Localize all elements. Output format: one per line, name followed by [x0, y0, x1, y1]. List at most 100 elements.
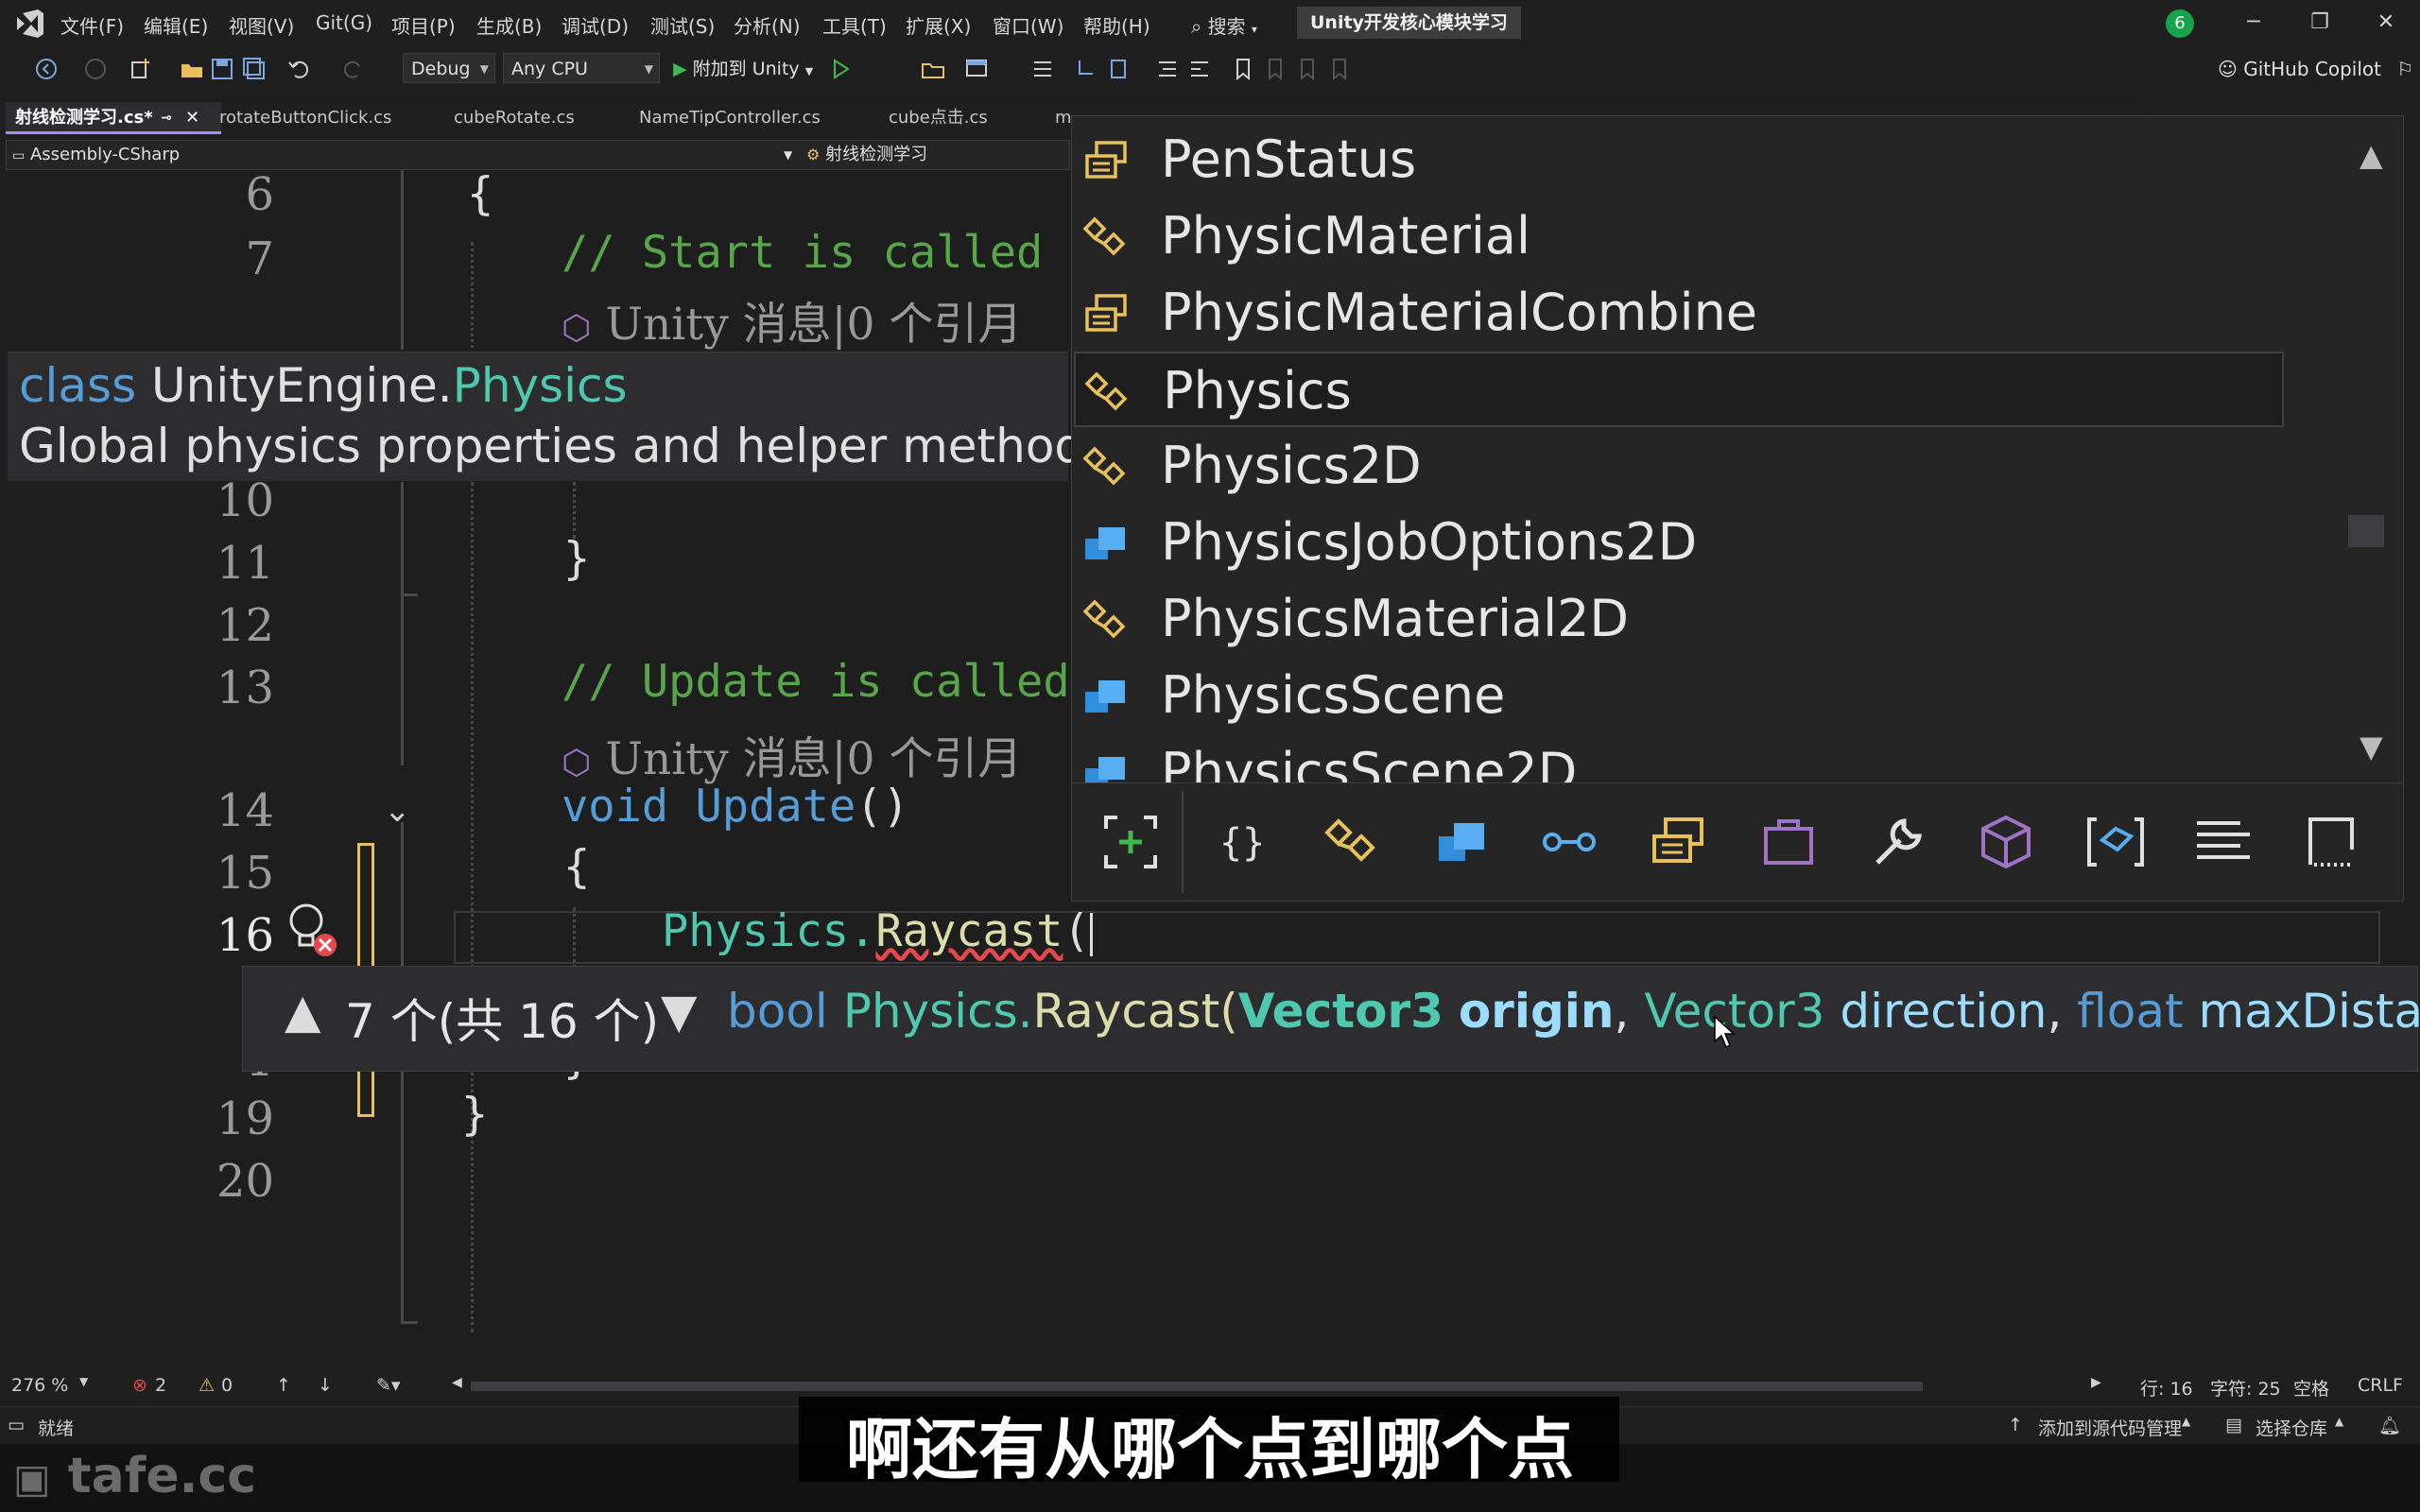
warning-icon[interactable]: ⚠	[199, 1375, 215, 1396]
menu-item[interactable]: 测试(S)	[650, 11, 715, 39]
completion-item[interactable]: Physics2D	[1074, 428, 2284, 504]
tab-label: 射线检测学习.cs*	[15, 108, 153, 128]
menu-item[interactable]: 编辑(E)	[144, 11, 208, 39]
folder-view-icon[interactable]	[921, 57, 945, 81]
snippet-filter-icon[interactable]	[2085, 812, 2146, 872]
error-icon[interactable]: ⊗	[132, 1375, 147, 1396]
configuration-select[interactable]: Debug ▼	[403, 53, 495, 83]
class-dropdown[interactable]: ⚙ 射线检测学习	[806, 141, 927, 169]
restore-button[interactable]: ❐	[2291, 6, 2348, 40]
comment-lines-icon[interactable]	[1155, 57, 1180, 81]
scroll-right-icon[interactable]: ▶	[2091, 1375, 2101, 1390]
close-tab-icon[interactable]: ✕	[185, 102, 199, 134]
scroll-down-icon[interactable]: ▼	[2360, 729, 2383, 765]
intellisense-completion-list[interactable]: PenStatus PhysicMaterial PhysicMaterialCom…	[1071, 115, 2404, 902]
menu-item[interactable]: 扩展(X)	[906, 11, 971, 39]
completion-item-selected[interactable]: Physics	[1074, 352, 2284, 427]
open-folder-icon[interactable]	[180, 57, 204, 81]
overload-next-icon[interactable]: ▼	[661, 984, 697, 1039]
lightbulb-error-icon[interactable]	[285, 902, 338, 960]
line-number-current: 16	[216, 909, 274, 962]
menu-item[interactable]: 生成(B)	[476, 11, 542, 39]
codelens[interactable]: ⬡ Unity 消息|0 个引月	[562, 722, 1022, 787]
project-dropdown[interactable]: ▭ Assembly-CSharp	[12, 141, 180, 170]
completion-item[interactable]: PenStatus	[1074, 122, 2284, 198]
search-box[interactable]: ⌕ 搜索 ▾	[1191, 11, 1257, 39]
start-without-debugging-icon[interactable]	[828, 57, 853, 81]
delegate-filter-icon[interactable]	[1758, 812, 1819, 872]
feedback-icon[interactable]: ⚐	[2396, 58, 2413, 80]
chevron-down-icon[interactable]: ▼	[79, 1375, 88, 1388]
code-map-icon[interactable]	[1030, 57, 1055, 81]
completion-item[interactable]: PhysicMaterial	[1074, 198, 2284, 274]
menu-item[interactable]: 工具(T)	[822, 11, 887, 39]
menu-item[interactable]: 项目(P)	[391, 11, 456, 39]
clear-bookmarks-icon[interactable]	[1327, 57, 1352, 81]
prev-bookmark-icon[interactable]	[1263, 57, 1288, 81]
menu-item[interactable]: 窗口(W)	[993, 11, 1063, 39]
forward-icon[interactable]	[83, 57, 108, 81]
keyword-filter-icon[interactable]	[2193, 812, 2254, 872]
back-icon[interactable]	[34, 57, 59, 81]
menu-item[interactable]: 调试(D)	[562, 11, 629, 39]
save-icon[interactable]	[210, 57, 234, 81]
line-ending[interactable]: CRLF	[2358, 1375, 2403, 1396]
tab-cube-rotate[interactable]: cubeRotate.cs	[444, 102, 584, 134]
unity-message-filter-icon[interactable]	[1976, 812, 2036, 872]
interface-filter-icon[interactable]	[1539, 812, 1599, 872]
menu-item[interactable]: 文件(F)	[60, 11, 124, 39]
target-type-filter-icon[interactable]	[2301, 812, 2361, 872]
next-issue-icon[interactable]: ↓	[318, 1375, 333, 1396]
tab-name-tip-controller[interactable]: NameTipController.cs	[630, 102, 830, 134]
step-over-icon[interactable]	[1106, 57, 1131, 81]
platform-select[interactable]: Any CPU ▼	[503, 53, 660, 83]
tab-cube-click[interactable]: cube点击.cs	[879, 102, 997, 134]
completion-item[interactable]: PhysicsMaterial2D	[1074, 581, 2284, 657]
save-all-icon[interactable]	[242, 57, 267, 81]
menu-item[interactable]: 帮助(H)	[1083, 11, 1150, 39]
enum-filter-icon[interactable]	[1649, 812, 1709, 872]
menu-item[interactable]: 视图(V)	[229, 11, 294, 39]
namespace-filter-icon[interactable]: {}	[1214, 812, 1274, 872]
attach-to-unity-button[interactable]: ▶ 附加到 Unity ▼	[673, 55, 813, 86]
completion-item[interactable]: PhysicMaterialCombine	[1074, 275, 2284, 351]
completion-item[interactable]: PhysicsScene2D	[1074, 734, 2284, 782]
redo-icon[interactable]	[340, 57, 365, 81]
watermark-text: tafe.cc	[67, 1448, 257, 1504]
next-bookmark-icon[interactable]	[1295, 57, 1320, 81]
close-window-button[interactable]: ✕	[2358, 6, 2414, 40]
error-count[interactable]: 2	[155, 1375, 166, 1396]
overload-prev-icon[interactable]: ▲	[285, 984, 320, 1039]
undo-icon[interactable]	[287, 57, 312, 81]
codelens[interactable]: ⬡ Unity 消息|0 个引月	[562, 287, 1022, 352]
extension-method-filter-icon[interactable]	[1868, 812, 1928, 872]
menu-item[interactable]: 分析(N)	[734, 11, 801, 39]
chevron-down-icon[interactable]: ▼	[784, 141, 792, 169]
completion-item[interactable]: PhysicsJobOptions2D	[1074, 505, 2284, 580]
uncomment-lines-icon[interactable]	[1187, 57, 1212, 81]
step-into-icon[interactable]	[1074, 57, 1098, 81]
bookmark-icon[interactable]	[1231, 57, 1255, 81]
notification-badge[interactable]: 6	[2166, 9, 2194, 38]
tab-active-file[interactable]: 射线检测学习.cs* ⊸ ✕	[6, 102, 221, 134]
minimize-button[interactable]: ─	[2225, 6, 2282, 40]
code-cleanup-icon[interactable]: ✎▾	[376, 1375, 400, 1396]
pin-icon[interactable]: ⊸	[161, 102, 172, 134]
previous-issue-icon[interactable]: ↑	[276, 1375, 291, 1396]
scroll-up-icon[interactable]: ▲	[2360, 137, 2383, 173]
tab-rotate-button-click[interactable]: rotateButtonClick.cs	[210, 102, 401, 134]
github-copilot-button[interactable]: ☺ GitHub Copilot ⚐	[2218, 55, 2413, 83]
expand-snippet-filter-icon[interactable]	[1100, 812, 1161, 872]
completion-item[interactable]: PhysicsScene	[1074, 658, 2284, 733]
horizontal-scrollbar[interactable]	[471, 1382, 1923, 1391]
warning-count[interactable]: 0	[221, 1375, 233, 1396]
new-item-icon[interactable]	[129, 57, 153, 81]
scroll-thumb[interactable]	[2348, 515, 2384, 547]
collapse-chevron-icon[interactable]: ⌄	[384, 792, 411, 830]
window-layout-icon[interactable]	[964, 57, 989, 81]
class-filter-icon[interactable]	[1323, 812, 1384, 872]
zoom-level[interactable]: 276 %	[11, 1375, 68, 1396]
menu-item[interactable]: Git(G)	[316, 11, 372, 34]
struct-filter-icon[interactable]	[1431, 812, 1492, 872]
scroll-left-icon[interactable]: ◀	[452, 1375, 462, 1390]
